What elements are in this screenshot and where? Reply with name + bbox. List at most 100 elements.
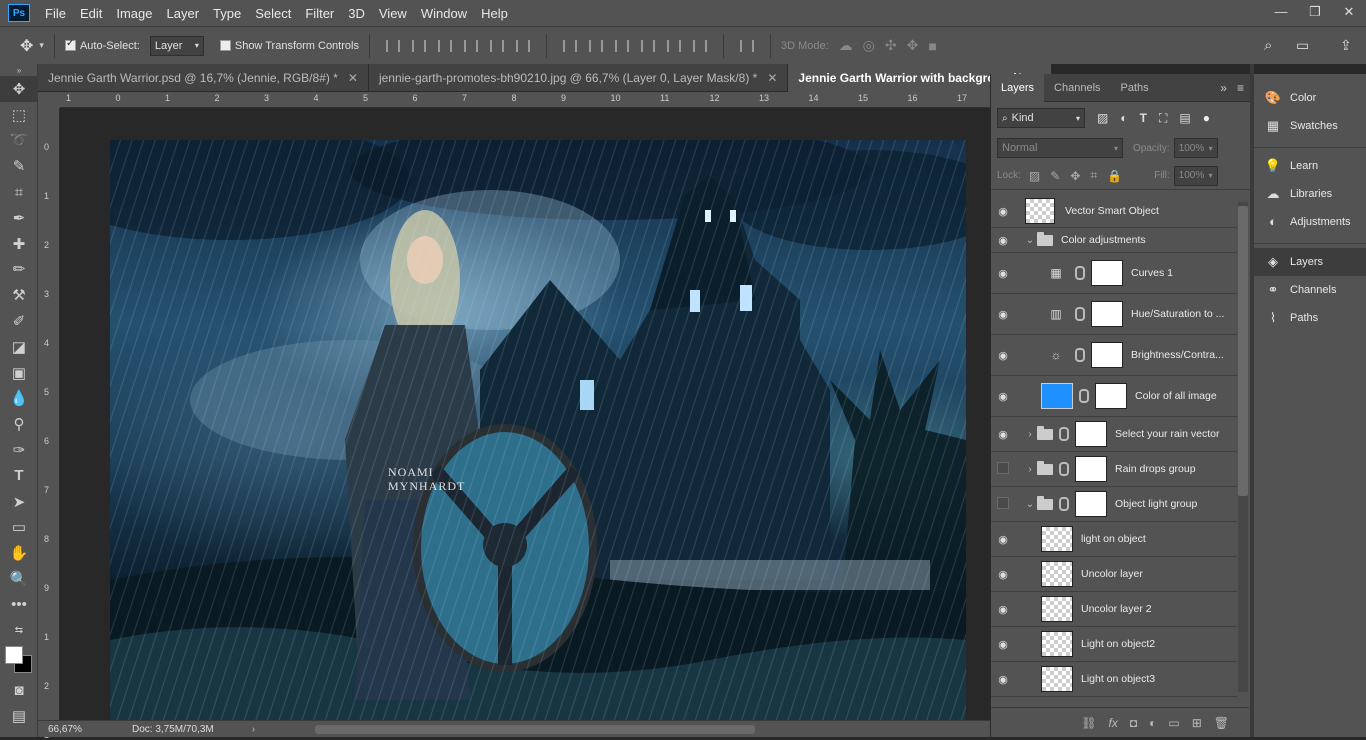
lock-position-icon[interactable]: ✥ (1070, 169, 1080, 183)
tab-document-1[interactable]: Jennie Garth Warrior.psd @ 16,7% (Jennie… (38, 64, 369, 92)
dock-layers[interactable]: ◈ Layers (1254, 248, 1366, 276)
quick-mask-icon[interactable]: ◙ (0, 678, 38, 704)
filter-toggle-icon[interactable]: ● (1203, 111, 1210, 125)
blur-tool-icon[interactable]: 💧 (0, 386, 38, 412)
layer-row[interactable]: ◉ light on object (991, 522, 1237, 557)
tab-layers[interactable]: Layers (991, 73, 1045, 102)
tool-preset-chevron-icon[interactable]: ▾ (39, 40, 44, 51)
new-adjustment-icon[interactable]: ◐ (1149, 716, 1156, 730)
menu-view[interactable]: View (372, 6, 414, 21)
canvas-area[interactable]: NOAMI MYNHARDT (60, 108, 990, 720)
show-transform-checkbox[interactable] (219, 40, 231, 51)
share-icon[interactable]: ⇪ (1340, 37, 1352, 54)
layer-group-row[interactable]: ◉ › Select your rain vector (991, 417, 1237, 452)
zoom-tool-icon[interactable]: 🔍 (0, 566, 38, 592)
distribute-bottom-icon[interactable] (614, 39, 629, 52)
adjustment-filter-icon[interactable]: ◐ (1120, 111, 1127, 125)
visibility-eye-icon[interactable]: ◉ (991, 638, 1015, 651)
visibility-eye-icon[interactable]: ◉ (991, 205, 1015, 218)
tab-document-2[interactable]: jennie-garth-promotes-bh90210.jpg @ 66,7… (369, 64, 789, 92)
auto-align-icon[interactable] (739, 39, 754, 52)
marquee-tool-icon[interactable]: ⬚ (0, 102, 38, 128)
color-swatches[interactable] (0, 644, 38, 678)
orbit-3d-icon[interactable]: ☁ (839, 37, 853, 54)
move-tool-icon[interactable]: ✥ (20, 36, 33, 56)
dock-paths[interactable]: ⌇ Paths (1254, 304, 1366, 332)
visibility-eye-icon[interactable]: ◉ (991, 533, 1015, 546)
opacity-input[interactable]: 100% ▾ (1173, 138, 1218, 158)
menu-file[interactable]: File (38, 6, 73, 21)
auto-select-dropdown[interactable]: Layer ▾ (149, 35, 204, 56)
scrollbar-thumb[interactable] (1238, 206, 1248, 496)
shape-filter-icon[interactable]: ⛶ (1159, 111, 1167, 126)
layer-row[interactable]: ◉ Vector Smart Object (991, 195, 1237, 228)
visibility-eye-icon[interactable]: ◉ (991, 673, 1015, 686)
align-left-icon[interactable] (463, 39, 478, 52)
layer-row[interactable]: ◉ ☼ Brightness/Contra... (991, 335, 1237, 376)
path-select-tool-icon[interactable]: ➤ (0, 489, 38, 515)
dock-libraries[interactable]: ☁ Libraries (1254, 180, 1366, 208)
menu-layer[interactable]: Layer (160, 6, 207, 21)
crop-tool-icon[interactable]: ⌗ (0, 179, 38, 205)
group-collapsed-chevron-icon[interactable]: › (1025, 464, 1035, 475)
gradient-tool-icon[interactable]: ▣ (0, 360, 38, 386)
fx-icon[interactable]: fx (1109, 716, 1118, 730)
distribute-top-icon[interactable] (562, 39, 577, 52)
add-mask-icon[interactable]: ◘ (1130, 716, 1137, 730)
pixel-filter-icon[interactable]: ▨ (1097, 111, 1108, 125)
menu-edit[interactable]: Edit (73, 6, 109, 21)
menu-3d[interactable]: 3D (341, 6, 372, 21)
hand-tool-icon[interactable]: ✋ (0, 540, 38, 566)
align-right-icon[interactable] (515, 39, 530, 52)
dock-color[interactable]: 🎨 Color (1254, 84, 1366, 112)
canvas-scrollbar[interactable] (315, 724, 756, 734)
auto-select-checkbox[interactable] (64, 38, 76, 51)
filter-kind-dropdown[interactable]: ⌕ Kind ▾ (997, 108, 1085, 128)
layer-row[interactable]: ◉ ▥ Hue/Saturation to ... (991, 294, 1237, 335)
tab-paths[interactable]: Paths (1111, 74, 1159, 102)
align-vcenter-icon[interactable] (411, 39, 426, 52)
lasso-tool-icon[interactable]: ➰ (0, 128, 38, 154)
screen-mode-icon[interactable]: ▤ (0, 703, 38, 729)
layer-group-row[interactable]: ⌄ Object light group (991, 487, 1237, 522)
panel-menu-icon[interactable]: ≡ (1237, 81, 1244, 95)
clone-stamp-tool-icon[interactable]: ⚒ (0, 282, 38, 308)
workspace-icon[interactable]: ▭ (1296, 37, 1309, 54)
layer-row[interactable]: ◉ Color of all image (991, 376, 1237, 417)
menu-window[interactable]: Window (414, 6, 474, 21)
group-collapsed-chevron-icon[interactable]: › (1025, 429, 1035, 440)
dodge-tool-icon[interactable]: ⚲ (0, 411, 38, 437)
fill-input[interactable]: 100% ▾ (1173, 165, 1218, 186)
eyedropper-tool-icon[interactable]: ✒ (0, 205, 38, 231)
pan-3d-icon[interactable]: ✣ (885, 37, 897, 54)
swap-colors-icon[interactable]: ⇆ (0, 618, 38, 644)
status-menu-arrow-icon[interactable]: › (252, 724, 255, 735)
menu-help[interactable]: Help (474, 6, 515, 21)
group-expand-chevron-icon[interactable]: ⌄ (1025, 235, 1035, 246)
tab-channels[interactable]: Channels (1044, 74, 1110, 102)
document-image[interactable]: NOAMI MYNHARDT (110, 140, 966, 720)
distribute-hcenter-icon[interactable] (666, 39, 681, 52)
roll-3d-icon[interactable]: ◎ (863, 37, 875, 54)
type-filter-icon[interactable]: T (1140, 111, 1147, 125)
close-tab-icon[interactable]: ✕ (348, 71, 358, 85)
layer-row[interactable]: ◉ Light on object2 (991, 627, 1237, 662)
distribute-right-icon[interactable] (692, 39, 707, 52)
menu-select[interactable]: Select (248, 6, 298, 21)
camera-3d-icon[interactable]: ■ (928, 38, 936, 54)
visibility-off-icon[interactable] (991, 462, 1015, 477)
collapse-toolbar-icon[interactable]: » (0, 64, 38, 76)
lock-transparent-icon[interactable]: ▨ (1029, 169, 1040, 183)
rectangle-tool-icon[interactable]: ▭ (0, 515, 38, 541)
visibility-eye-icon[interactable]: ◉ (991, 568, 1015, 581)
blend-mode-dropdown[interactable]: Normal ▾ (997, 138, 1123, 158)
group-expand-chevron-icon[interactable]: ⌄ (1025, 499, 1035, 510)
visibility-eye-icon[interactable]: ◉ (991, 390, 1015, 403)
distribute-left-icon[interactable] (640, 39, 655, 52)
close-tab-icon[interactable]: ✕ (767, 71, 777, 85)
menu-image[interactable]: Image (109, 6, 159, 21)
collapse-panel-icon[interactable]: » (1220, 81, 1227, 95)
smart-object-filter-icon[interactable]: ▤ (1179, 111, 1190, 125)
dock-channels[interactable]: ⚭ Channels (1254, 276, 1366, 304)
minimize-button[interactable]: — (1264, 0, 1298, 26)
